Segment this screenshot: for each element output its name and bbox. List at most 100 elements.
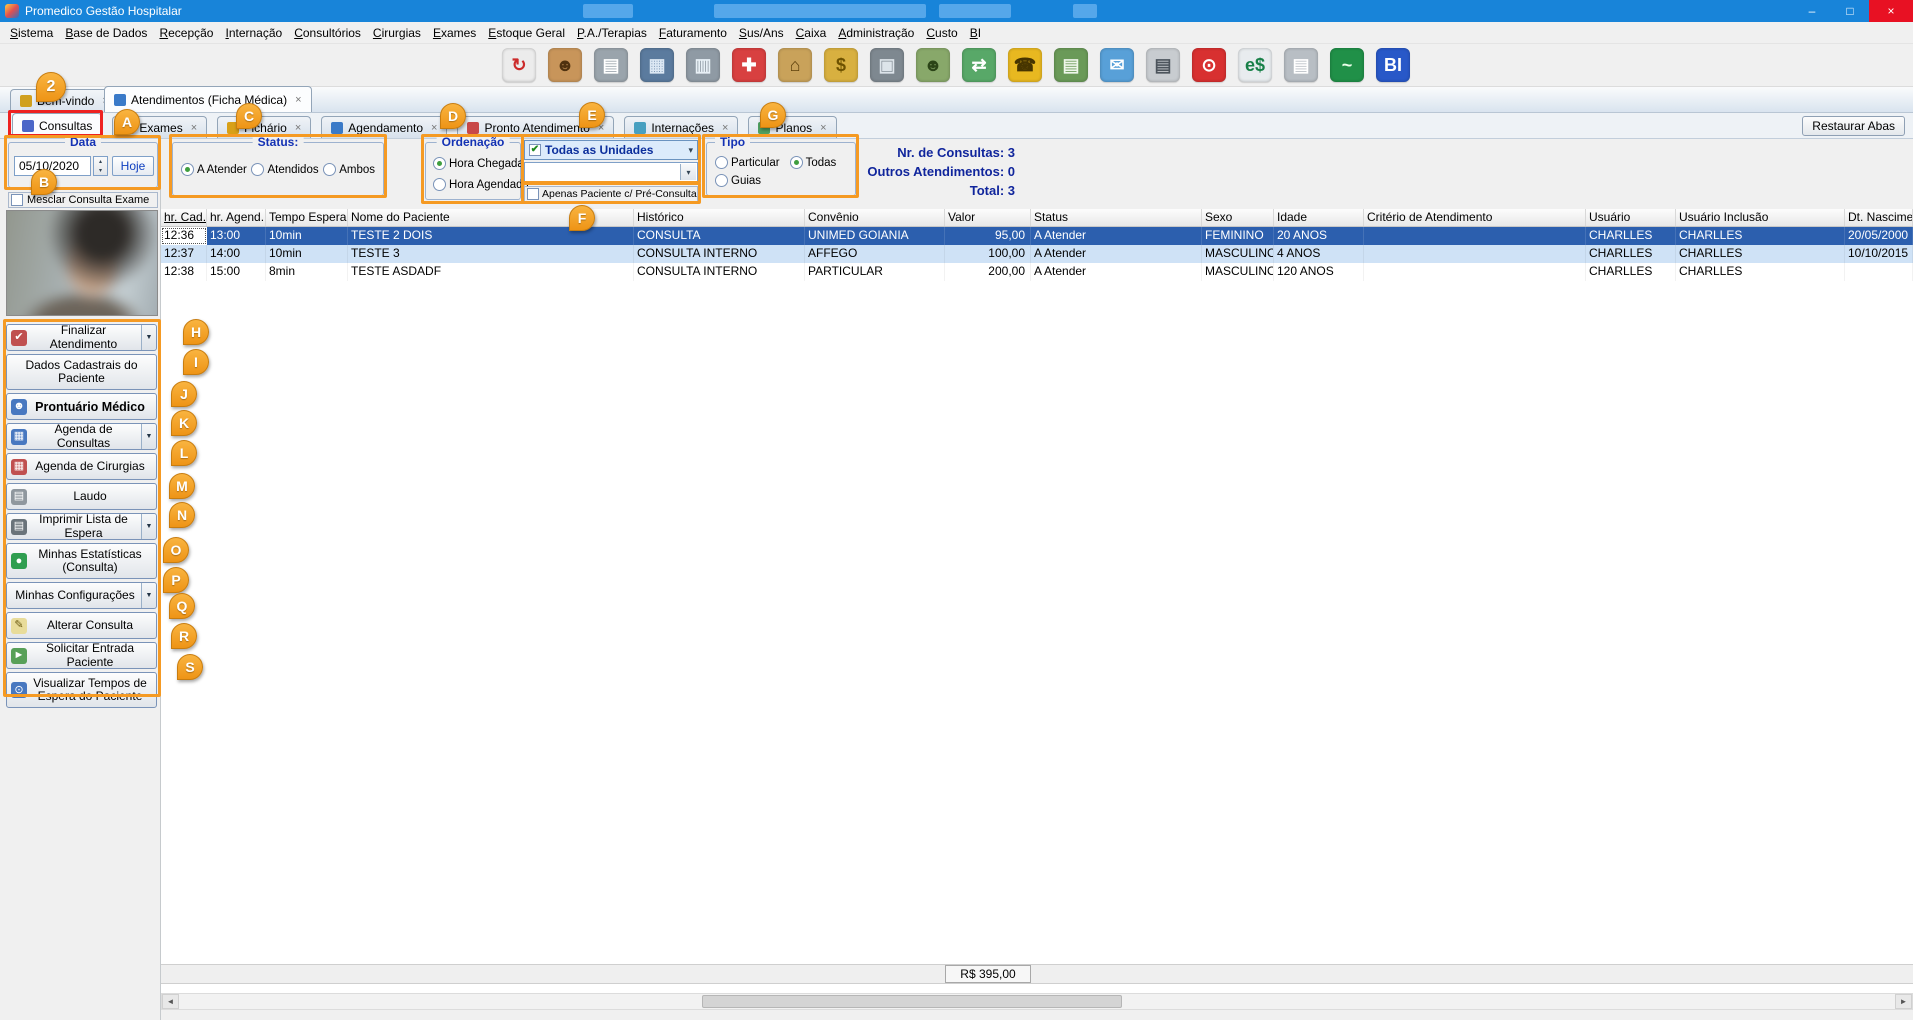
cell[interactable]: CONSULTA bbox=[634, 227, 805, 245]
cell[interactable]: TESTE 2 DOIS bbox=[348, 227, 634, 245]
ledger-icon[interactable]: ▤ bbox=[1054, 48, 1088, 82]
tab-close-icon[interactable]: × bbox=[431, 122, 437, 134]
tab-exames[interactable]: Exames× bbox=[112, 116, 207, 138]
alterar-consulta-button[interactable]: ✎Alterar Consulta bbox=[6, 612, 157, 639]
tab-atendimentos-ficha-medica[interactable]: Atendimentos (Ficha Médica)× bbox=[104, 86, 312, 112]
cell[interactable]: UNIMED GOIANIA bbox=[805, 227, 945, 245]
payment-icon[interactable]: ☻ bbox=[916, 48, 950, 82]
visualizar-tempos-de-espera-do-paciente-button[interactable]: ⊙Visualizar Tempos de Espera do Paciente bbox=[6, 672, 157, 708]
menu-cirurgias[interactable]: Cirurgias bbox=[367, 24, 427, 42]
cell[interactable]: CONSULTA INTERNO bbox=[634, 245, 805, 263]
date-input[interactable]: 05/10/2020 bbox=[14, 156, 91, 176]
invoice-icon[interactable]: ▤ bbox=[1146, 48, 1180, 82]
menu-base-de-dados[interactable]: Base de Dados bbox=[59, 24, 153, 42]
column-header-usuario-inclusao[interactable]: Usuário Inclusão bbox=[1676, 209, 1845, 226]
tab-close-icon[interactable]: × bbox=[295, 94, 301, 106]
bi-icon[interactable]: BI bbox=[1376, 48, 1410, 82]
cell[interactable]: 10min bbox=[266, 245, 348, 263]
cell[interactable] bbox=[1364, 227, 1586, 245]
radio-particular[interactable]: Particular bbox=[715, 156, 780, 169]
column-header-usuario[interactable]: Usuário bbox=[1586, 209, 1676, 226]
cell[interactable]: 13:00 bbox=[207, 227, 266, 245]
dados-cadastrais-do-paciente-button[interactable]: Dados Cadastrais do Paciente bbox=[6, 354, 157, 390]
merge-exam-checkbox[interactable]: Mesclar Consulta Exame bbox=[8, 192, 158, 208]
radio-atendidos[interactable]: Atendidos bbox=[251, 163, 318, 176]
column-header-nome-do-paciente[interactable]: Nome do Paciente bbox=[348, 209, 634, 226]
cell[interactable]: TESTE ASDADF bbox=[348, 263, 634, 281]
safe-icon[interactable]: ▣ bbox=[870, 48, 904, 82]
radio-guias[interactable]: Guias bbox=[715, 174, 761, 187]
cell[interactable]: A Atender bbox=[1031, 263, 1202, 281]
minimize-button[interactable]: – bbox=[1793, 0, 1831, 22]
computer-icon[interactable]: ▦ bbox=[640, 48, 674, 82]
menu-estoque-geral[interactable]: Estoque Geral bbox=[482, 24, 571, 42]
finalizar-atendimento-button[interactable]: ✔Finalizar Atendimento▼ bbox=[6, 324, 157, 351]
cell[interactable] bbox=[1364, 245, 1586, 263]
cell[interactable]: CHARLLES bbox=[1676, 227, 1845, 245]
restore-tabs-button[interactable]: Restaurar Abas bbox=[1802, 116, 1905, 136]
vitals-icon[interactable]: ~ bbox=[1330, 48, 1364, 82]
menu-faturamento[interactable]: Faturamento bbox=[653, 24, 733, 42]
cell[interactable]: MASCULINO bbox=[1202, 245, 1274, 263]
cell[interactable]: 10/10/2015 bbox=[1845, 245, 1913, 263]
cell[interactable]: TESTE 3 bbox=[348, 245, 634, 263]
imprimir-lista-de-espera-button[interactable]: ▤Imprimir Lista de Espera▼ bbox=[6, 513, 157, 540]
cell[interactable]: 15:00 bbox=[207, 263, 266, 281]
scrollbar-thumb[interactable] bbox=[702, 995, 1122, 1008]
cell[interactable]: A Atender bbox=[1031, 245, 1202, 263]
patients-icon[interactable]: ☻ bbox=[548, 48, 582, 82]
menu-exames[interactable]: Exames bbox=[427, 24, 482, 42]
agenda-de-cirurgias-button[interactable]: ▦Agenda de Cirurgias bbox=[6, 453, 157, 480]
today-button[interactable]: Hoje bbox=[112, 156, 154, 176]
cell[interactable]: 100,00 bbox=[945, 245, 1031, 263]
transfer-icon[interactable]: ⇄ bbox=[962, 48, 996, 82]
laudo-button[interactable]: ▤Laudo bbox=[6, 483, 157, 510]
refresh-icon[interactable]: ↻ bbox=[502, 48, 536, 82]
column-header-tempo-espera[interactable]: Tempo Espera bbox=[266, 209, 348, 226]
horizontal-scrollbar[interactable]: ◄ ► bbox=[161, 993, 1913, 1010]
cell[interactable]: 20 ANOS bbox=[1274, 227, 1364, 245]
hospital-billing-icon[interactable]: ⌂ bbox=[778, 48, 812, 82]
menu-caixa[interactable]: Caixa bbox=[790, 24, 833, 42]
dropdown-arrow-icon[interactable]: ▼ bbox=[141, 583, 156, 608]
scroll-right-icon[interactable]: ► bbox=[1895, 994, 1912, 1009]
dropdown-arrow-icon[interactable]: ▼ bbox=[141, 325, 156, 350]
cell[interactable]: CHARLLES bbox=[1586, 245, 1676, 263]
cell[interactable]: 120 ANOS bbox=[1274, 263, 1364, 281]
column-header-sexo[interactable]: Sexo bbox=[1202, 209, 1274, 226]
menu-recepcao[interactable]: Recepção bbox=[153, 24, 219, 42]
cell[interactable]: 200,00 bbox=[945, 263, 1031, 281]
cell[interactable]: 12:37 bbox=[161, 245, 207, 263]
radio-ambos[interactable]: Ambos bbox=[323, 163, 375, 176]
cell[interactable]: FEMININO bbox=[1202, 227, 1274, 245]
column-header-criterio-de-atendimento[interactable]: Critério de Atendimento bbox=[1364, 209, 1586, 226]
column-header-hr-cad[interactable]: hr. Cad. bbox=[161, 209, 207, 226]
menu-custo[interactable]: Custo bbox=[920, 24, 963, 42]
radio-hora-chegada[interactable]: Hora Chegada bbox=[433, 157, 529, 170]
cell[interactable]: 12:36 bbox=[161, 227, 207, 245]
menu-administracao[interactable]: Administração bbox=[832, 24, 920, 42]
monitor-icon[interactable]: ▥ bbox=[686, 48, 720, 82]
cell[interactable]: CONSULTA INTERNO bbox=[634, 263, 805, 281]
cell[interactable]: MASCULINO bbox=[1202, 263, 1274, 281]
solicitar-entrada-paciente-button[interactable]: ►Solicitar Entrada Paciente bbox=[6, 642, 157, 669]
tab-planos[interactable]: Planos× bbox=[748, 116, 836, 138]
all-units-toggle[interactable]: Todas as Unidades ▾ bbox=[524, 140, 698, 160]
table-row[interactable]: 12:3714:0010minTESTE 3CONSULTA INTERNOAF… bbox=[161, 245, 1913, 263]
document-icon[interactable]: ▤ bbox=[1284, 48, 1318, 82]
tab-close-icon[interactable]: × bbox=[722, 122, 728, 134]
printer-icon[interactable]: ▤ bbox=[594, 48, 628, 82]
money-icon[interactable]: $ bbox=[824, 48, 858, 82]
chevron-down-icon[interactable]: ▾ bbox=[680, 164, 696, 180]
minhas-estatisticas-consulta-button[interactable]: ●Minhas Estatísticas (Consulta) bbox=[6, 543, 157, 579]
close-button[interactable]: × bbox=[1869, 0, 1913, 22]
column-header-idade[interactable]: Idade bbox=[1274, 209, 1364, 226]
ambulance-icon[interactable]: ✚ bbox=[732, 48, 766, 82]
menu-internacao[interactable]: Internação bbox=[219, 24, 288, 42]
cell[interactable] bbox=[1364, 263, 1586, 281]
cell[interactable]: A Atender bbox=[1031, 227, 1202, 245]
table-row[interactable]: 12:3815:008minTESTE ASDADFCONSULTA INTER… bbox=[161, 263, 1913, 281]
column-header-convenio[interactable]: Convênio bbox=[805, 209, 945, 226]
column-header-hr-agend[interactable]: hr. Agend. bbox=[207, 209, 266, 226]
cell[interactable]: 12:38 bbox=[161, 263, 207, 281]
